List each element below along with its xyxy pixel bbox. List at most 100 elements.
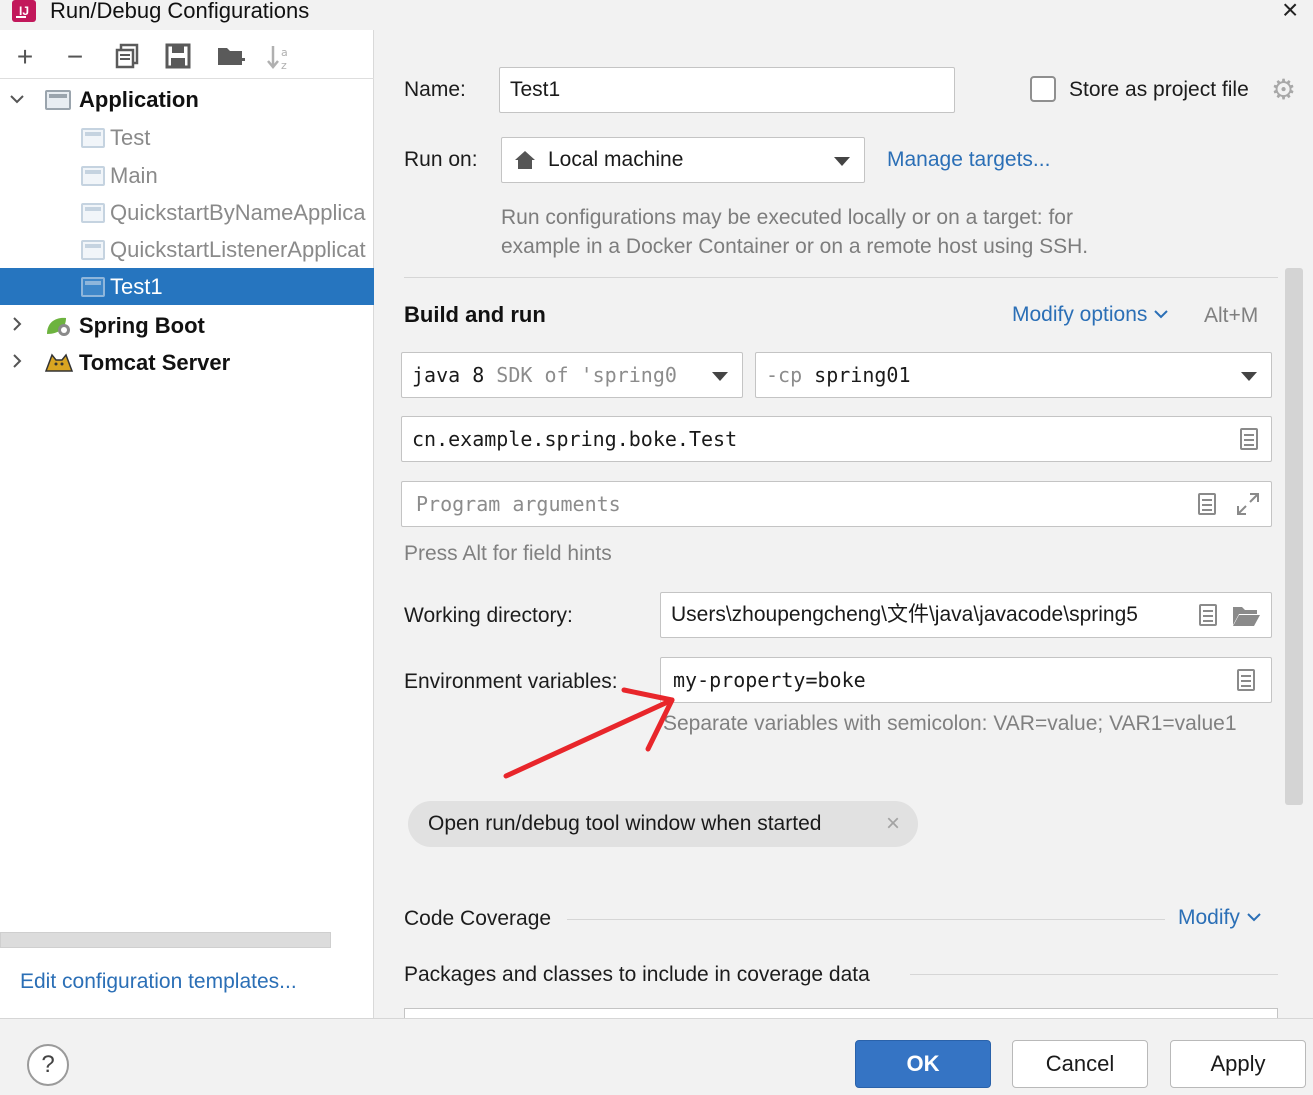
tree-item-label: QuickstartByNameApplica [110, 200, 366, 225]
run-on-hint-line1: Run configurations may be executed local… [501, 206, 1073, 229]
cancel-button[interactable]: Cancel [1012, 1040, 1148, 1088]
run-on-hint-line2: example in a Docker Container or on a re… [501, 235, 1089, 258]
tree-group-label: Application [79, 87, 199, 112]
apply-button[interactable]: Apply [1170, 1040, 1306, 1088]
configuration-editor: Name: Test1 Store as project file ⚙ Run … [375, 30, 1313, 1018]
horizontal-scrollbar[interactable] [0, 932, 331, 948]
application-config-icon [81, 203, 105, 223]
jre-sdk-hint: SDK of 'spring0 [496, 363, 677, 387]
remove-icon[interactable]: − [61, 43, 89, 71]
folder-open-icon[interactable] [1231, 604, 1261, 628]
main-class-field[interactable]: cn.example.spring.boke.Test [401, 416, 1272, 462]
application-icon [45, 90, 71, 110]
chevron-down-icon [712, 372, 728, 381]
expand-icon[interactable] [1236, 492, 1260, 516]
close-icon[interactable]: × [1282, 0, 1298, 26]
gear-icon[interactable]: ⚙ [1271, 76, 1296, 104]
run-on-label: Run on: [404, 148, 478, 171]
add-icon[interactable]: + [11, 43, 39, 71]
tree-item-test[interactable]: Test [0, 119, 374, 156]
tree-group-tomcat-server[interactable]: Tomcat Server [0, 344, 374, 381]
store-as-project-file-checkbox[interactable] [1030, 76, 1056, 102]
chevron-right-icon[interactable] [8, 344, 28, 381]
name-label: Name: [404, 78, 466, 101]
svg-text:a: a [281, 46, 288, 59]
environment-variables-label: Environment variables: [404, 670, 618, 693]
chevron-right-icon[interactable] [8, 307, 28, 344]
tree-item-main[interactable]: Main [0, 157, 374, 194]
chevron-down-icon [1246, 913, 1261, 922]
environment-variables-field[interactable]: my-property=boke [660, 657, 1272, 703]
chevron-down-icon [834, 157, 850, 166]
tree-group-application[interactable]: Application [0, 81, 374, 118]
tree-item-label: Test [110, 125, 151, 150]
edit-environment-variables-icon[interactable] [1237, 669, 1255, 691]
home-icon [515, 151, 535, 169]
chip-label: Open run/debug tool window when started [428, 812, 822, 835]
tomcat-icon [44, 353, 74, 372]
run-on-dropdown[interactable]: Local machine [501, 137, 865, 183]
tree-item-label: Test1 [110, 274, 163, 299]
classpath-flag: -cp [766, 363, 803, 387]
edit-configuration-templates-link[interactable]: Edit configuration templates... [20, 970, 297, 994]
application-config-icon [81, 277, 105, 297]
tree-item-quickstart-listener[interactable]: QuickstartListenerApplicat [0, 231, 374, 268]
code-coverage-heading: Code Coverage [404, 907, 552, 930]
tree-item-label: QuickstartListenerApplicat [110, 237, 366, 262]
jre-dropdown[interactable]: java 8 SDK of 'spring0 [401, 352, 743, 398]
main-class-value: cn.example.spring.boke.Test [412, 427, 738, 451]
vertical-scrollbar[interactable] [1285, 268, 1303, 805]
program-arguments-placeholder: Program arguments [416, 492, 621, 516]
jre-version: java 8 [412, 363, 485, 387]
field-hints-text: Press Alt for field hints [404, 542, 612, 565]
modify-options-label: Modify options [1012, 303, 1148, 326]
open-tool-window-option-chip[interactable]: Open run/debug tool window when started … [408, 801, 918, 847]
chevron-down-icon[interactable] [8, 81, 28, 118]
application-config-icon [81, 166, 105, 186]
insert-macro-icon[interactable] [1199, 604, 1217, 626]
tree-item-quickstart-by-name[interactable]: QuickstartByNameApplica [0, 194, 374, 231]
modify-options-link[interactable]: Modify options [1012, 303, 1169, 327]
window-title: Run/Debug Configurations [50, 0, 310, 23]
tree-item-test1[interactable]: Test1 [0, 268, 374, 305]
sort-icon[interactable]: az [266, 43, 294, 72]
insert-macro-icon[interactable] [1198, 493, 1216, 515]
save-icon[interactable] [164, 43, 192, 71]
build-and-run-heading: Build and run [404, 302, 546, 327]
working-directory-label: Working directory: [404, 604, 573, 627]
spring-boot-icon [47, 317, 70, 336]
tree-item-label: Main [110, 163, 158, 188]
application-config-icon [81, 128, 105, 148]
program-arguments-field[interactable]: Program arguments [401, 481, 1272, 527]
modify-coverage-link[interactable]: Modify [1178, 906, 1262, 930]
tree-group-spring-boot[interactable]: Spring Boot [0, 307, 374, 344]
working-directory-field[interactable]: Users\zhoupengcheng\文件\java\javacode\spr… [660, 592, 1272, 638]
name-field[interactable]: Test1 [499, 67, 955, 113]
run-on-value: Local machine [548, 148, 684, 171]
coverage-packages-label: Packages and classes to include in cover… [404, 963, 870, 986]
browse-class-icon[interactable] [1240, 428, 1258, 450]
modify-label: Modify [1178, 906, 1240, 929]
svg-text:z: z [281, 59, 287, 71]
copy-icon[interactable] [113, 43, 141, 71]
manage-targets-link[interactable]: Manage targets... [887, 148, 1050, 172]
classpath-module-dropdown[interactable]: -cp spring01 [755, 352, 1272, 398]
ok-button[interactable]: OK [855, 1040, 991, 1088]
dialog-button-bar: ? OK Cancel Apply [0, 1018, 1313, 1095]
coverage-packages-list[interactable] [404, 1008, 1278, 1018]
folder-add-icon[interactable] [216, 43, 245, 71]
toolbar-divider [0, 78, 374, 79]
tree-group-label: Tomcat Server [79, 350, 231, 375]
store-as-project-file-label[interactable]: Store as project file [1069, 78, 1249, 102]
intellij-logo-icon: IJ [12, 0, 36, 22]
chevron-down-icon [1154, 310, 1168, 319]
environment-variables-value: my-property=boke [673, 668, 866, 692]
tree-group-label: Spring Boot [79, 313, 205, 338]
section-divider [567, 919, 1165, 920]
remove-option-icon[interactable]: × [886, 801, 900, 847]
classpath-module: spring01 [814, 363, 911, 387]
section-divider [404, 277, 1278, 278]
help-button[interactable]: ? [27, 1044, 69, 1086]
chevron-down-icon [1241, 372, 1257, 381]
application-config-icon [81, 240, 105, 260]
